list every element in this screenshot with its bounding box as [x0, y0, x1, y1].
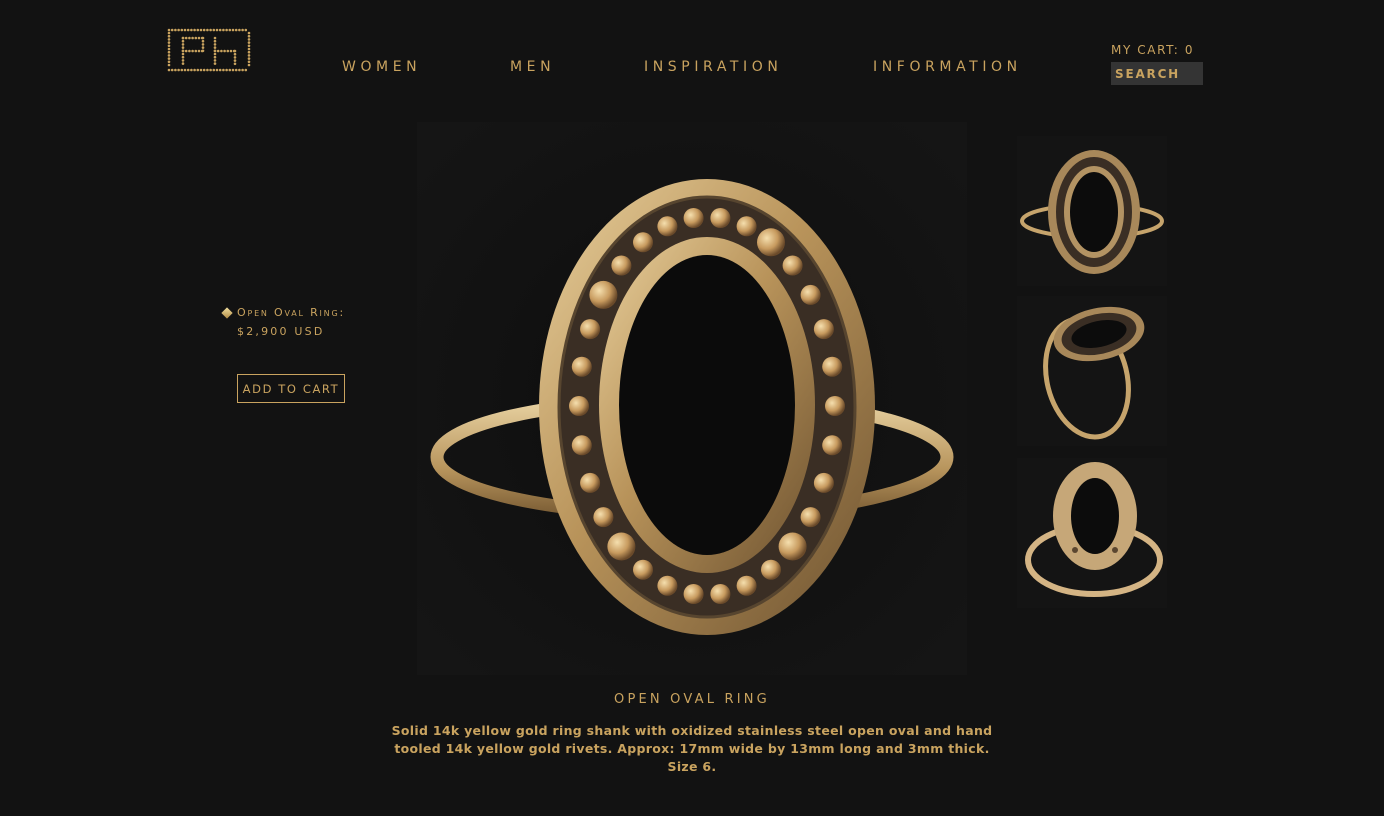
nav-information[interactable]: INFORMATION	[873, 59, 1022, 75]
nav-men[interactable]: MEN	[510, 59, 555, 75]
page: WOMEN MEN INSPIRATION INFORMATION MY CAR…	[0, 0, 1384, 816]
thumbnail-angle-view[interactable]	[1017, 296, 1167, 446]
product-price: $2,900 USD	[237, 325, 325, 338]
ph-logo[interactable]	[167, 28, 251, 72]
main-product-image	[417, 122, 967, 675]
search-input[interactable]	[1111, 62, 1203, 85]
nav-inspiration[interactable]: INSPIRATION	[644, 59, 782, 75]
diamond-bullet-icon	[221, 307, 233, 319]
thumbnail-front-view[interactable]	[1017, 136, 1167, 286]
nav-women[interactable]: WOMEN	[342, 59, 421, 75]
product-description: Solid 14k yellow gold ring shank with ox…	[391, 723, 993, 774]
add-to-cart-button[interactable]: ADD TO CART	[237, 374, 345, 403]
thumbnail-back-view[interactable]	[1017, 458, 1167, 608]
product-name: Open Oval Ring:	[237, 306, 345, 319]
my-cart-link[interactable]: MY CART: 0	[1111, 43, 1194, 57]
product-title: OPEN OVAL RING	[614, 692, 770, 707]
